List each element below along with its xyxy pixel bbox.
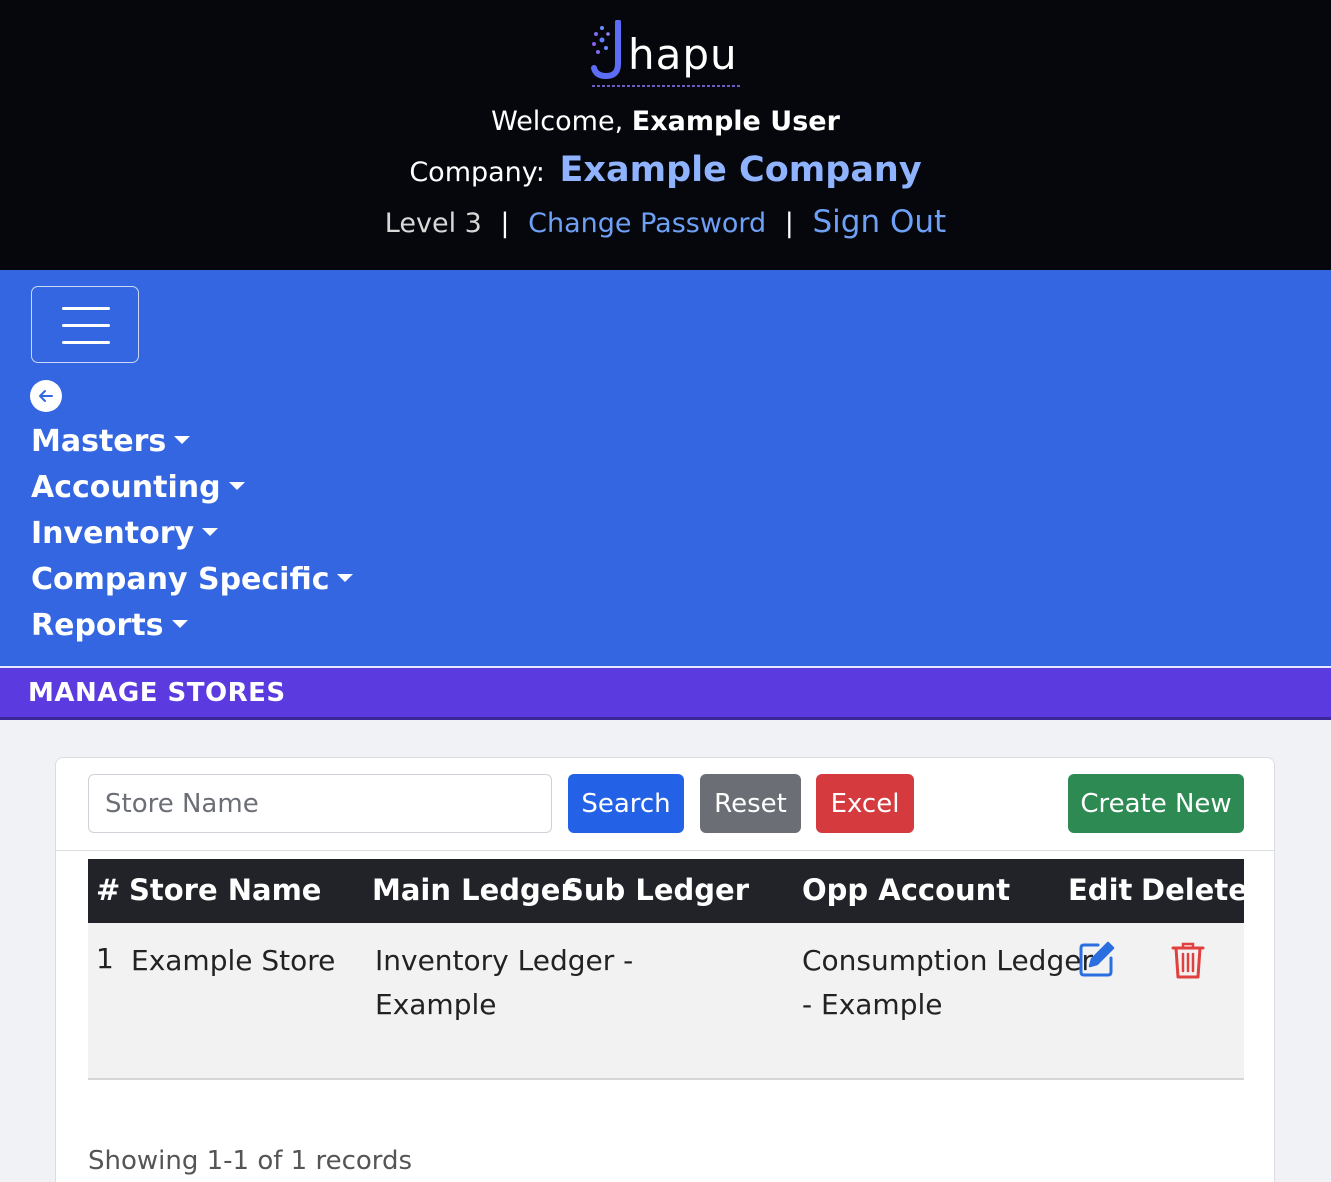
change-password-link[interactable]: Change Password (528, 208, 766, 239)
nav-item-label: Accounting (31, 470, 221, 505)
main-navigation: Masters Accounting Inventory Company Spe… (0, 270, 1331, 666)
opp-account-line: Consumption Ledger (802, 944, 1093, 977)
jhapu-logo: hapu (588, 16, 748, 96)
page-title-bar: MANAGE STORES (0, 666, 1331, 720)
caret-down-icon (228, 481, 245, 490)
trash-icon[interactable] (1170, 940, 1206, 980)
search-button[interactable]: Search (568, 774, 684, 833)
cell-main-ledger: Inventory Ledger - Example (375, 939, 633, 1027)
company-label: Company: (409, 157, 545, 188)
separator: | (500, 208, 510, 239)
stores-card: Search Reset Excel Create New # Store Na… (55, 757, 1275, 1182)
store-name-search-input[interactable] (88, 774, 552, 833)
nav-item-reports[interactable]: Reports (31, 608, 188, 643)
page-title: MANAGE STORES (28, 678, 286, 708)
nav-item-label: Company Specific (31, 562, 330, 597)
nav-item-accounting[interactable]: Accounting (31, 470, 245, 505)
welcome-prefix: Welcome, (491, 106, 624, 137)
separator: | (784, 208, 794, 239)
caret-down-icon (171, 619, 188, 628)
table-row: 1 Example Store Inventory Ledger - Examp… (88, 923, 1244, 1080)
excel-export-button[interactable]: Excel (816, 774, 914, 833)
hamburger-icon (62, 324, 110, 327)
logo-text: hapu (628, 30, 738, 79)
records-summary: Showing 1-1 of 1 records (88, 1146, 413, 1176)
arrow-left-icon (39, 390, 53, 402)
back-button[interactable] (30, 380, 62, 412)
hamburger-menu-button[interactable] (31, 286, 139, 363)
company-line: Company: Example Company (0, 150, 1331, 190)
hamburger-icon (62, 341, 110, 344)
welcome-line: Welcome, Example User (0, 106, 1331, 137)
logo-j-icon (591, 20, 621, 80)
column-header-store-name: Store Name (129, 873, 322, 907)
nav-item-inventory[interactable]: Inventory (31, 516, 219, 551)
cell-store-name: Example Store (131, 944, 336, 977)
column-header-edit: Edit (1068, 873, 1133, 907)
caret-down-icon (174, 435, 191, 444)
toolbar: Search Reset Excel Create New (56, 758, 1274, 851)
logo-tagline-decoration (592, 85, 742, 87)
sign-out-link[interactable]: Sign Out (813, 204, 947, 240)
main-ledger-line: Inventory Ledger - (375, 944, 634, 977)
nav-item-company-specific[interactable]: Company Specific (31, 562, 354, 597)
nav-item-masters[interactable]: Masters (31, 424, 191, 459)
column-header-sub-ledger: Sub Ledger (563, 873, 750, 907)
reset-button[interactable]: Reset (700, 774, 801, 833)
nav-item-label: Masters (31, 424, 167, 459)
column-header-main-ledger: Main Ledger (372, 873, 575, 907)
main-ledger-line: Example (375, 988, 497, 1021)
cell-opp-account: Consumption Ledger - Example (802, 939, 1093, 1027)
company-name: Example Company (559, 150, 922, 190)
edit-icon[interactable] (1078, 940, 1116, 978)
nav-item-label: Reports (31, 608, 164, 643)
cell-index: 1 (96, 942, 114, 975)
table-header: # Store Name Main Ledger Sub Ledger Opp … (88, 859, 1248, 923)
create-new-button[interactable]: Create New (1068, 774, 1244, 833)
top-header: hapu Welcome, Example User Company: Exam… (0, 0, 1331, 270)
user-name: Example User (631, 106, 840, 137)
account-links: Level 3 | Change Password | Sign Out (0, 204, 1331, 240)
caret-down-icon (337, 573, 354, 582)
caret-down-icon (202, 527, 219, 536)
column-header-delete: Delete (1141, 873, 1248, 907)
nav-item-label: Inventory (31, 516, 195, 551)
column-header-index: # (96, 873, 121, 907)
user-level: Level 3 (384, 208, 482, 239)
opp-account-line: - Example (802, 988, 943, 1021)
hamburger-icon (62, 307, 110, 310)
column-header-opp-account: Opp Account (802, 873, 1011, 907)
